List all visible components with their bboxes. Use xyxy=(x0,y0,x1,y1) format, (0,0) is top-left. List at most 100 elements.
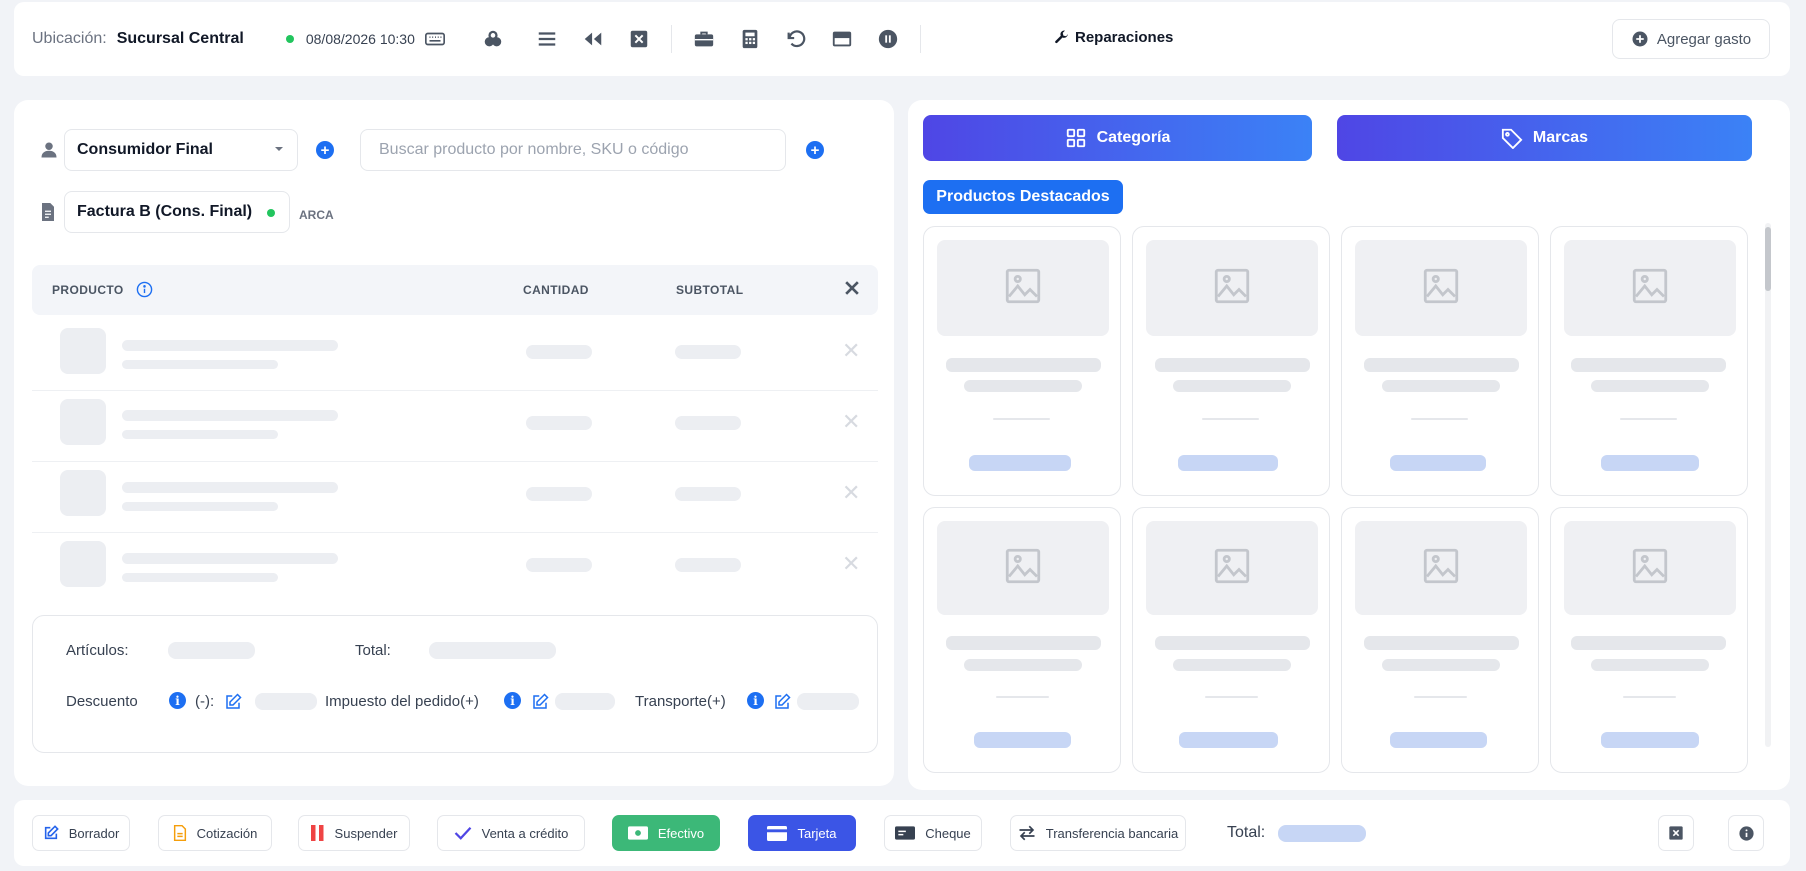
wrench-icon xyxy=(1054,30,1069,45)
briefcase-icon[interactable] xyxy=(692,27,716,51)
image-placeholder-icon xyxy=(1002,545,1044,592)
image-placeholder-icon xyxy=(1211,265,1253,312)
cart-table-header: PRODUCTO CANTIDAD SUBTOTAL xyxy=(32,265,878,315)
tax-label: Impuesto del pedido(+) xyxy=(325,693,479,710)
toolbar-divider xyxy=(670,25,672,53)
image-placeholder-icon xyxy=(1002,265,1044,312)
product-column-header: PRODUCTO xyxy=(52,283,124,297)
cash-label: Efectivo xyxy=(657,825,705,841)
image-placeholder-icon xyxy=(1420,265,1462,312)
credit-sale-button[interactable]: Venta a crédito xyxy=(437,815,585,851)
remove-row-icon[interactable]: ✕ xyxy=(842,409,860,435)
items-count-placeholder xyxy=(168,642,255,659)
edit-discount-icon[interactable] xyxy=(224,693,242,711)
cart-row-placeholder: ✕ xyxy=(32,533,878,604)
draft-button[interactable]: Borrador xyxy=(32,815,130,851)
edit-icon xyxy=(43,825,59,841)
invoice-type-value: Factura B (Cons. Final) xyxy=(77,203,253,220)
rewind-icon[interactable] xyxy=(581,27,605,51)
cart-row-placeholder: ✕ xyxy=(32,391,878,462)
product-card-placeholder[interactable] xyxy=(1550,226,1748,496)
tax-input-placeholder[interactable] xyxy=(555,693,615,710)
invoice-status-dot xyxy=(267,209,275,217)
clear-cart-icon[interactable] xyxy=(842,278,862,301)
draft-label: Borrador xyxy=(68,825,120,841)
product-card-placeholder[interactable] xyxy=(1550,507,1748,773)
calculator-icon[interactable] xyxy=(738,27,762,51)
datetime-text: 08/08/2026 10:30 xyxy=(305,31,415,47)
quote-button[interactable]: Cotización xyxy=(158,815,272,851)
cancel-sale-button[interactable] xyxy=(1658,815,1694,851)
brands-button[interactable]: Marcas xyxy=(1337,115,1752,161)
info-button[interactable] xyxy=(1728,815,1764,851)
cheque-button[interactable]: Cheque xyxy=(884,815,982,851)
remove-row-icon[interactable]: ✕ xyxy=(842,551,860,577)
product-card-placeholder[interactable] xyxy=(923,507,1121,773)
repairs-label: Reparaciones xyxy=(1075,29,1174,46)
suspend-button[interactable]: Suspender xyxy=(298,815,410,851)
cash-icon xyxy=(627,826,648,840)
pause-icon[interactable] xyxy=(876,27,900,51)
card-button[interactable]: Tarjeta xyxy=(748,815,856,851)
edit-tax-icon[interactable] xyxy=(531,693,549,711)
product-card-placeholder[interactable] xyxy=(1341,226,1539,496)
info-icon[interactable] xyxy=(136,281,153,301)
cash-button[interactable]: Efectivo xyxy=(612,815,720,851)
edit-shipping-icon[interactable] xyxy=(773,693,791,711)
window-icon[interactable] xyxy=(830,27,854,51)
close-square-icon xyxy=(1668,825,1684,841)
coins-icon[interactable] xyxy=(481,27,505,51)
add-customer-button[interactable]: + xyxy=(316,141,334,159)
shipping-label: Transporte(+) xyxy=(635,693,726,710)
document-icon xyxy=(40,203,56,226)
bank-transfer-button[interactable]: Transferencia bancaria xyxy=(1010,815,1186,851)
invoice-type-select[interactable]: Factura B (Cons. Final) xyxy=(64,191,290,233)
image-placeholder-icon xyxy=(1211,545,1253,592)
discount-info-icon[interactable]: i xyxy=(169,692,186,709)
discount-input-placeholder[interactable] xyxy=(255,693,317,710)
product-search-input[interactable] xyxy=(360,129,786,171)
product-card-placeholder[interactable] xyxy=(1341,507,1539,773)
product-card-placeholder[interactable] xyxy=(1132,507,1330,773)
discount-sign-label: (-): xyxy=(195,693,215,710)
customer-select-value: Consumidor Final xyxy=(77,141,213,158)
shipping-input-placeholder[interactable] xyxy=(797,693,859,710)
file-icon xyxy=(173,825,187,841)
transfer-arrows-icon xyxy=(1018,825,1036,841)
card-label: Tarjeta xyxy=(797,825,837,841)
credit-sale-label: Venta a crédito xyxy=(481,825,569,841)
cheque-label: Cheque xyxy=(925,825,971,841)
total-value-placeholder xyxy=(429,642,556,659)
subtotal-column-header: SUBTOTAL xyxy=(676,283,744,297)
cart-row-placeholder: ✕ xyxy=(32,320,878,391)
remove-row-icon[interactable]: ✕ xyxy=(842,338,860,364)
undo-icon[interactable] xyxy=(784,27,808,51)
repairs-button[interactable]: Reparaciones xyxy=(1054,29,1173,46)
payment-total-label: Total: xyxy=(1227,824,1266,841)
chevron-down-icon xyxy=(273,142,285,160)
customer-select[interactable]: Consumidor Final xyxy=(64,129,298,171)
close-square-icon[interactable] xyxy=(627,27,651,51)
category-button[interactable]: Categoría xyxy=(923,115,1312,161)
list-icon[interactable] xyxy=(535,27,559,51)
category-label: Categoría xyxy=(1096,129,1171,146)
items-label: Artículos: xyxy=(66,642,129,659)
info-icon xyxy=(1738,825,1755,842)
catalog-scrollbar[interactable] xyxy=(1765,223,1771,747)
product-card-placeholder[interactable] xyxy=(1132,226,1330,496)
keyboard-icon[interactable] xyxy=(423,27,447,51)
featured-products-tab[interactable]: Productos Destacados xyxy=(923,180,1123,214)
tag-icon xyxy=(1501,127,1523,149)
plus-circle-icon xyxy=(1631,30,1649,48)
location-value[interactable]: Sucursal Central xyxy=(117,30,244,48)
payment-bar: Borrador Cotización Suspender Venta a cr… xyxy=(14,800,1790,866)
remove-row-icon[interactable]: ✕ xyxy=(842,480,860,506)
image-placeholder-icon xyxy=(1629,545,1671,592)
add-product-button[interactable]: + xyxy=(806,141,824,159)
tax-info-icon[interactable]: i xyxy=(504,692,521,709)
catalog-scrollbar-thumb[interactable] xyxy=(1765,227,1771,291)
product-card-placeholder[interactable] xyxy=(923,226,1121,496)
add-expense-button[interactable]: Agregar gasto xyxy=(1612,19,1770,59)
shipping-info-icon[interactable]: i xyxy=(747,692,764,709)
brands-label: Marcas xyxy=(1532,129,1589,146)
